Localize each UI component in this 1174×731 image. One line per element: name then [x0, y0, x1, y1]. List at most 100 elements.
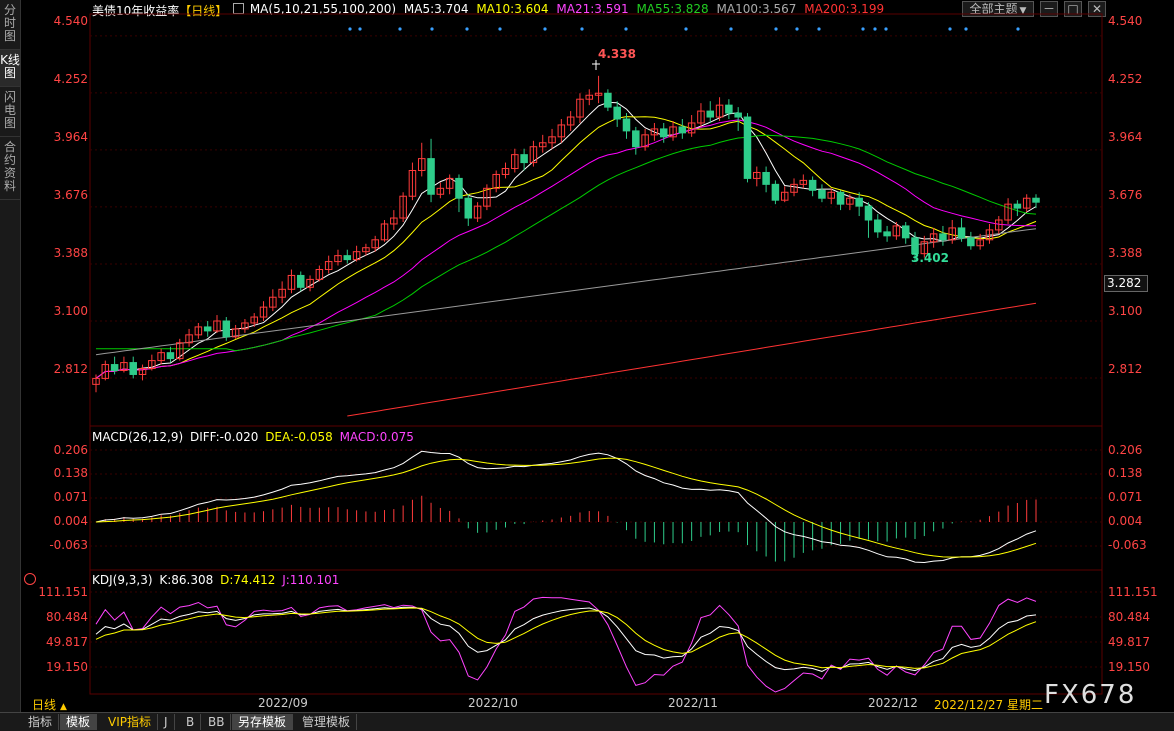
macd-legend: MACD(26,12,9) DIFF:-0.020 DEA:-0.058 MAC…: [92, 430, 414, 444]
candle-down: [901, 225, 910, 239]
candle-down: [967, 237, 975, 247]
ma10-line: [95, 116, 1037, 379]
close-button[interactable]: ✕: [1088, 1, 1106, 17]
x-axis-label: 2022/11: [668, 696, 718, 710]
x-axis-label: 2022/12: [868, 696, 918, 710]
price-tick-left: 3.964: [53, 130, 88, 144]
candle-up: [585, 94, 594, 100]
kdj-k-line: [95, 606, 1037, 672]
ma55-value: MA55:3.828: [636, 2, 709, 16]
candle-down: [296, 274, 305, 288]
macd-tick-right: 0.206: [1108, 443, 1143, 457]
bottom-toolbar: 指标 模板 VIP指标 J B BB 另存模板 管理模板: [0, 712, 1174, 731]
kdj-tick-right: 19.150: [1108, 660, 1150, 674]
ma5-value: MA5:3.704: [403, 2, 469, 16]
tab-j[interactable]: J: [158, 714, 175, 730]
candle-up: [641, 134, 649, 148]
event-dot: [430, 27, 434, 31]
candle-up: [492, 173, 500, 189]
period-select[interactable]: 日线 ▲: [22, 696, 88, 712]
tab-k-line[interactable]: K线图: [0, 50, 20, 87]
low-price-label: 3.402: [911, 251, 949, 265]
tab-flash-chart[interactable]: 闪电图: [0, 87, 20, 137]
price-tick-left: 4.252: [53, 72, 88, 86]
candle-up: [269, 296, 277, 308]
ma200-value: MA200:3.199: [804, 2, 885, 16]
instrument-title: 美债10年收益率【日线】: [92, 2, 227, 19]
event-dot: [964, 27, 968, 31]
ma-params: MA(5,10,21,55,100,200): [249, 2, 397, 16]
macd-tick-right: 0.004: [1108, 514, 1143, 528]
event-dot: [774, 27, 778, 31]
tab-bb[interactable]: BB: [202, 714, 232, 730]
settings-icon[interactable]: [24, 573, 36, 585]
event-dot: [358, 27, 362, 31]
candle-up: [483, 187, 491, 207]
candle-up: [148, 360, 156, 370]
kdj-d-line: [95, 607, 1037, 669]
ma-legend: MA(5,10,21,55,100,200) MA5:3.704 MA10:3.…: [233, 2, 884, 16]
kdj-d: D:74.412: [220, 573, 276, 587]
candle-down: [129, 362, 137, 375]
macd-tick-left: 0.004: [53, 514, 88, 528]
event-dot: [1016, 27, 1020, 31]
tab-save-template[interactable]: 另存模板: [232, 714, 294, 730]
left-view-tabs: 分时图 K线图 闪电图 合约资料: [0, 0, 21, 712]
tab-template[interactable]: 模板: [60, 714, 98, 730]
tab-indicator[interactable]: 指标: [22, 714, 60, 730]
tab-vip-indicator[interactable]: VIP指标: [102, 714, 158, 730]
candle-up: [250, 316, 258, 324]
candle-up: [576, 98, 584, 118]
kdj-tick-left: 80.484: [46, 610, 88, 624]
candle-down: [613, 106, 621, 120]
kdj-tick-left: 19.150: [46, 660, 88, 674]
candle-down: [343, 255, 352, 261]
candle-up: [985, 229, 994, 241]
candle-up: [362, 247, 370, 253]
candle-down: [743, 116, 752, 179]
event-dot: [543, 27, 547, 31]
macd-diff-line: [95, 450, 1037, 564]
tab-contract-info[interactable]: 合约资料: [0, 137, 20, 200]
candle-up: [473, 205, 482, 219]
ma100-line: [95, 228, 1037, 356]
event-dot: [729, 27, 733, 31]
tab-time-chart[interactable]: 分时图: [0, 0, 20, 50]
candle-up: [306, 278, 314, 288]
kdj-legend: KDJ(9,3,3) K:86.308 D:74.412 J:110.101: [92, 573, 339, 587]
candle-up: [436, 187, 445, 195]
candle-up: [846, 197, 854, 205]
price-tick-left: 3.676: [53, 188, 88, 202]
candle-up: [399, 195, 407, 219]
macd-diff: DIFF:-0.020: [189, 430, 259, 444]
candle-up: [352, 251, 361, 261]
macd-tick-right: -0.063: [1108, 538, 1147, 552]
ma-toggle-icon[interactable]: [233, 3, 244, 14]
candle-up: [976, 239, 984, 247]
event-dot: [398, 27, 402, 31]
candle-down: [734, 112, 742, 118]
tab-b[interactable]: B: [180, 714, 202, 730]
tab-manage-template[interactable]: 管理模板: [296, 714, 358, 730]
macd-dea: DEA:-0.058: [265, 430, 333, 444]
restore-button[interactable]: □: [1064, 1, 1082, 17]
current-price-marker: 3.282: [1104, 275, 1148, 292]
candle-up: [445, 177, 454, 189]
candle-up: [780, 191, 789, 201]
event-dot: [580, 27, 584, 31]
candle-up: [929, 233, 938, 243]
candle-down: [939, 233, 947, 241]
candle-up: [194, 326, 203, 336]
event-dot: [884, 27, 888, 31]
candle-down: [706, 110, 715, 118]
candle-up: [753, 171, 761, 179]
candle-down: [464, 197, 473, 219]
candle-up: [697, 110, 705, 124]
candle-down: [622, 118, 631, 132]
candle-down: [874, 219, 882, 233]
candle-up: [538, 142, 547, 148]
theme-select[interactable]: 全部主题 ▼: [962, 1, 1034, 17]
event-dot: [348, 27, 352, 31]
macd-tick-left: -0.063: [49, 538, 88, 552]
minimize-button[interactable]: －: [1040, 1, 1058, 17]
